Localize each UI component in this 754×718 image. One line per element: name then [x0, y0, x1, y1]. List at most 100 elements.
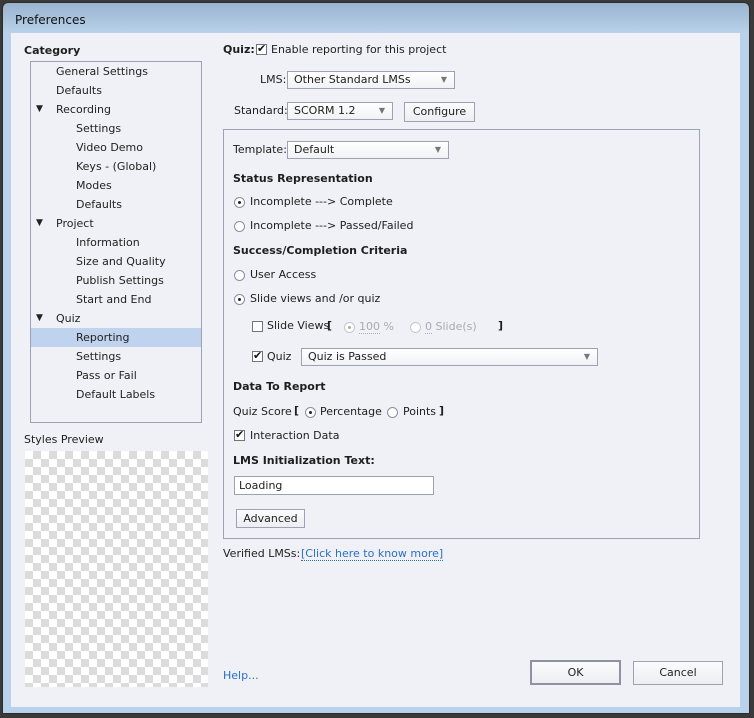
template-label: Template:: [233, 143, 287, 156]
sidebar-item-label: Settings: [76, 122, 122, 135]
points-label: Points: [403, 405, 437, 418]
quiz-criteria-label: Quiz: [267, 350, 292, 363]
sidebar-item[interactable]: ▼ Recording: [31, 100, 201, 119]
sidebar-item[interactable]: Size and Quality: [31, 252, 201, 271]
sidebar-item-label: Modes: [76, 179, 112, 192]
sidebar-item[interactable]: ▼ Project: [31, 214, 201, 233]
slide-views-checkbox[interactable]: [252, 321, 263, 332]
status-passed-failed-radio[interactable]: [234, 221, 245, 232]
percentage-radio[interactable]: [305, 407, 316, 418]
lms-select[interactable]: Other Standard LMSs ▼: [287, 71, 455, 89]
enable-reporting-label: Enable reporting for this project: [271, 43, 447, 56]
sidebar-item-label: Keys - (Global): [76, 160, 157, 173]
configure-button[interactable]: Configure: [404, 102, 475, 122]
advanced-button[interactable]: Advanced: [236, 509, 305, 528]
expand-triangle-icon[interactable]: ▼: [36, 309, 43, 328]
slide-views-close-bracket: ]: [498, 319, 504, 332]
sidebar-item-label: Default Labels: [76, 388, 156, 401]
expand-triangle-icon[interactable]: ▼: [36, 100, 43, 119]
sidebar-item[interactable]: Pass or Fail: [31, 366, 201, 385]
quiz-score-close-bracket: ]: [439, 404, 445, 417]
standard-select[interactable]: SCORM 1.2 ▼: [287, 102, 393, 120]
cancel-button[interactable]: Cancel: [633, 661, 723, 685]
template-select[interactable]: Default ▼: [287, 141, 449, 159]
verified-lms-link[interactable]: [Click here to know more]: [301, 547, 444, 561]
chevron-down-icon: ▼: [583, 352, 590, 361]
percent-label: 100 %: [359, 320, 394, 334]
category-tree[interactable]: General Settings Defaults ▼ Recording Settin…: [30, 61, 202, 423]
styles-preview: [25, 451, 208, 687]
sidebar-item[interactable]: Information: [31, 233, 201, 252]
user-access-radio[interactable]: [234, 270, 245, 281]
sidebar-item[interactable]: Settings: [31, 119, 201, 138]
quiz-criteria-select[interactable]: Quiz is Passed ▼: [301, 348, 598, 366]
sidebar-item-label: Video Demo: [76, 141, 143, 154]
status-complete-label: Incomplete ---> Complete: [250, 195, 393, 208]
status-passed-failed-label: Incomplete ---> Passed/Failed: [250, 219, 414, 232]
sidebar-item-label: Project: [56, 217, 94, 230]
reporting-panel: Template: Default ▼ Status Representatio…: [223, 129, 700, 539]
slide-views-quiz-radio[interactable]: [234, 294, 245, 305]
sidebar-item[interactable]: Keys - (Global): [31, 157, 201, 176]
sidebar-item-label: Defaults: [76, 198, 122, 211]
sidebar-item-label: General Settings: [56, 65, 148, 78]
slide-views-quiz-label: Slide views and /or quiz: [250, 292, 381, 305]
sidebar-item[interactable]: Default Labels: [31, 385, 201, 404]
dialog-client: Category General Settings Defaults ▼ Record…: [11, 33, 740, 707]
sidebar-item-label: Reporting: [76, 331, 130, 344]
sidebar-item-label: Start and End: [76, 293, 152, 306]
enable-reporting-checkbox[interactable]: [256, 42, 267, 55]
verified-lms-label: Verified LMSs:: [223, 547, 301, 560]
sidebar-item[interactable]: General Settings: [31, 62, 201, 81]
sidebar-item[interactable]: Video Demo: [31, 138, 201, 157]
lms-init-text-input[interactable]: Loading: [234, 476, 434, 495]
slides-label: 0 Slide(s): [425, 320, 477, 334]
quiz-criteria-value: Quiz is Passed: [308, 350, 387, 363]
sidebar-item-label: Information: [76, 236, 140, 249]
help-link[interactable]: Help...: [223, 669, 259, 682]
sidebar-item[interactable]: Start and End: [31, 290, 201, 309]
success-criteria-heading: Success/Completion Criteria: [233, 244, 408, 257]
data-to-report-heading: Data To Report: [233, 380, 326, 393]
chevron-down-icon: ▼: [434, 145, 441, 154]
standard-label: Standard:: [234, 104, 288, 117]
lms-init-heading: LMS Initialization Text:: [233, 454, 375, 467]
sidebar-item[interactable]: Reporting: [31, 328, 201, 347]
sidebar-item-label: Settings: [76, 350, 122, 363]
ok-button[interactable]: OK: [530, 660, 621, 685]
quiz-checkbox[interactable]: [252, 349, 263, 362]
lms-value: Other Standard LMSs: [294, 73, 411, 86]
slides-radio[interactable]: [410, 322, 421, 333]
sidebar-item[interactable]: Settings: [31, 347, 201, 366]
sidebar-item[interactable]: Defaults: [31, 81, 201, 100]
window-title: Preferences: [15, 13, 86, 27]
interaction-data-checkbox[interactable]: [234, 428, 245, 441]
status-representation-heading: Status Representation: [233, 172, 373, 185]
sidebar-item[interactable]: ▼ Quiz: [31, 309, 201, 328]
status-complete-radio[interactable]: [234, 197, 245, 208]
slide-views-label: Slide Views: [267, 319, 330, 332]
sidebar-item-label: Size and Quality: [76, 255, 166, 268]
expand-triangle-icon[interactable]: ▼: [36, 214, 43, 233]
chevron-down-icon: ▼: [440, 75, 447, 84]
quiz-label: Quiz:: [223, 43, 255, 56]
styles-preview-label: Styles Preview: [24, 433, 104, 446]
preferences-window: Preferences Category General Settings Def…: [2, 2, 750, 714]
sidebar-item[interactable]: Modes: [31, 176, 201, 195]
slide-views-open-bracket: [: [327, 319, 333, 332]
user-access-label: User Access: [250, 268, 317, 281]
quiz-score-label: Quiz Score: [233, 405, 292, 418]
sidebar-item-label: Publish Settings: [76, 274, 164, 287]
quiz-score-open-bracket: [: [294, 404, 300, 417]
chevron-down-icon: ▼: [378, 106, 385, 115]
percentage-label: Percentage: [320, 405, 382, 418]
sidebar-item-label: Pass or Fail: [76, 369, 137, 382]
standard-value: SCORM 1.2: [294, 104, 356, 117]
sidebar-item[interactable]: Publish Settings: [31, 271, 201, 290]
lms-label: LMS:: [260, 73, 287, 86]
percent-radio[interactable]: [344, 322, 355, 333]
sidebar-item[interactable]: Defaults: [31, 195, 201, 214]
sidebar-item-label: Quiz: [56, 312, 81, 325]
category-heading: Category: [24, 44, 81, 57]
points-radio[interactable]: [387, 407, 398, 418]
